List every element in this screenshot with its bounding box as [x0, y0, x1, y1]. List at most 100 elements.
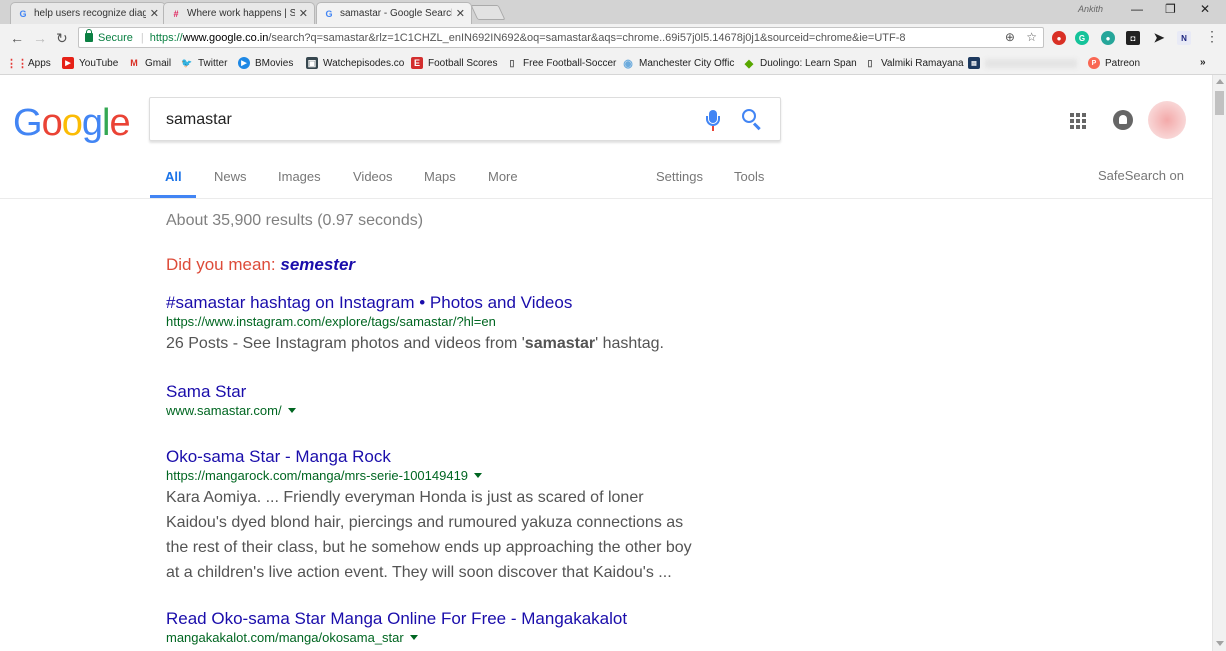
bookmark-youtube[interactable]: ▶ YouTube: [62, 57, 118, 69]
bookmark-apps[interactable]: ⋮⋮ Apps: [6, 57, 51, 70]
page-icon: ▯: [867, 57, 873, 68]
maximize-icon[interactable]: ❐: [1165, 2, 1176, 16]
result-title-link[interactable]: Sama Star: [166, 382, 786, 402]
slack-favicon-icon: #: [173, 8, 179, 19]
bookmarks-bar: ⋮⋮ Apps ▶ YouTube M Gmail 🐦 Twitter ▶ BMovies…: [0, 52, 1226, 75]
divider: |: [140, 31, 144, 44]
result-url: www.samastar.com/: [166, 403, 282, 418]
scroll-up-icon[interactable]: [1216, 79, 1224, 84]
avatar[interactable]: [1148, 101, 1186, 139]
patreon-icon: P: [1088, 57, 1100, 69]
tools-link[interactable]: Tools: [734, 169, 764, 184]
bookmark-blurred[interactable]: ▤: [968, 57, 1077, 69]
tab-help-users[interactable]: G help users recognize diag ✕: [10, 2, 166, 24]
secure-label: Secure: [98, 31, 133, 44]
active-tab-indicator: [150, 195, 196, 198]
close-tab-icon[interactable]: ✕: [299, 7, 308, 20]
tab-news[interactable]: News: [214, 169, 247, 184]
extension-pointer-icon[interactable]: ➤: [1152, 30, 1166, 45]
back-icon[interactable]: ←: [10, 30, 24, 46]
result-stats: About 35,900 results (0.97 seconds): [166, 212, 424, 229]
result-title-link[interactable]: #samastar hashtag on Instagram • Photos …: [166, 293, 786, 313]
google-apps-icon[interactable]: [1070, 113, 1086, 129]
extension-teal-icon[interactable]: ●: [1101, 31, 1115, 45]
notifications-bell-icon[interactable]: [1113, 110, 1133, 130]
page-scrollbar[interactable]: [1212, 75, 1226, 651]
result-url-row: www.samastar.com/: [166, 403, 786, 418]
spelling-suggestion-link[interactable]: semester: [280, 255, 355, 274]
browser-toolbar: ← → ↻ Secure | https://www.google.co.in/…: [0, 24, 1226, 52]
search-input[interactable]: samastar: [166, 111, 232, 129]
tab-slack[interactable]: # Where work happens | Sl ✕: [163, 2, 315, 24]
google-logo[interactable]: Google: [13, 102, 131, 145]
did-you-mean-label: Did you mean:: [166, 255, 276, 274]
search-result: Sama Star www.samastar.com/: [166, 382, 786, 418]
bookmark-duolingo[interactable]: ◆ Duolingo: Learn Span: [743, 57, 857, 70]
play-icon: ▶: [238, 57, 250, 69]
settings-link[interactable]: Settings: [656, 169, 703, 184]
profile-name[interactable]: Ankith: [1078, 4, 1103, 14]
tab-samastar-search[interactable]: G samastar - Google Search ✕: [316, 2, 472, 24]
crest-icon: ◉: [623, 57, 633, 70]
result-snippet: 26 Posts - See Instagram photos and vide…: [166, 335, 664, 352]
tab-all[interactable]: All: [165, 169, 182, 184]
bookmark-bmovies[interactable]: ▶ BMovies: [238, 57, 293, 69]
tab-more[interactable]: More: [488, 169, 518, 184]
zoom-icon[interactable]: ⊕: [1005, 30, 1015, 44]
address-bar[interactable]: Secure | https://www.google.co.in/search…: [78, 27, 1044, 48]
bookmark-watchepisodes[interactable]: ▣ Watchepisodes.co: [306, 57, 404, 69]
search-box[interactable]: samastar: [149, 97, 781, 141]
result-url-row: mangakakalot.com/manga/okosama_star: [166, 630, 786, 645]
dropdown-arrow-icon[interactable]: [409, 635, 418, 640]
site-icon: ▤: [968, 57, 980, 69]
bookmark-free-football[interactable]: ▯ Free Football-Soccer: [506, 57, 617, 69]
scroll-thumb[interactable]: [1215, 91, 1224, 115]
microphone-icon[interactable]: [706, 110, 720, 132]
gmail-icon: M: [130, 58, 138, 68]
bookmark-man-city[interactable]: ◉ Manchester City Offic: [622, 57, 734, 70]
close-tab-icon[interactable]: ✕: [456, 7, 465, 20]
result-title-link[interactable]: Read Oko-sama Star Manga Online For Free…: [166, 609, 786, 629]
secure-indicator[interactable]: Secure: [85, 29, 133, 44]
tab-maps[interactable]: Maps: [424, 169, 456, 184]
tab-images[interactable]: Images: [278, 169, 321, 184]
did-you-mean: Did you mean: semester: [166, 255, 355, 275]
bookmark-star-icon[interactable]: ☆: [1026, 30, 1037, 44]
extension-grammarly-icon[interactable]: G: [1075, 31, 1089, 45]
tab-videos[interactable]: Videos: [353, 169, 393, 184]
extension-n-icon[interactable]: N: [1177, 31, 1191, 45]
new-tab-button[interactable]: [470, 5, 506, 20]
forward-icon[interactable]: →: [33, 30, 47, 46]
bookmark-patreon[interactable]: P Patreon: [1088, 57, 1140, 69]
page-icon: ▯: [509, 57, 515, 68]
reload-icon[interactable]: ↻: [56, 30, 68, 47]
result-snippet: Kara Aomiya. ... Friendly everyman Honda…: [166, 489, 692, 581]
bookmark-twitter[interactable]: 🐦 Twitter: [181, 57, 227, 69]
result-url: https://mangarock.com/manga/mrs-serie-10…: [166, 468, 469, 483]
bookmark-gmail[interactable]: M Gmail: [128, 57, 171, 69]
browser-tab-strip: G help users recognize diag ✕ # Where wo…: [0, 0, 1226, 24]
minimize-icon[interactable]: —: [1131, 2, 1143, 16]
google-favicon-icon: G: [325, 8, 333, 19]
search-result: Read Oko-sama Star Manga Online For Free…: [166, 609, 786, 645]
result-url-row: https://mangarock.com/manga/mrs-serie-10…: [166, 468, 786, 483]
extension-camera-icon[interactable]: ◘: [1126, 31, 1140, 45]
tab-title: Where work happens | Sl: [187, 8, 295, 19]
bookmark-valmiki[interactable]: ▯ Valmiki Ramayana: [864, 57, 964, 69]
tab-title: samastar - Google Search: [340, 8, 452, 19]
close-tab-icon[interactable]: ✕: [150, 7, 159, 20]
dropdown-arrow-icon[interactable]: [287, 408, 296, 413]
twitter-icon: 🐦: [181, 57, 193, 68]
search-icon[interactable]: [742, 109, 762, 131]
url-text[interactable]: https://www.google.co.in/search?q=samast…: [150, 32, 906, 44]
result-title-link[interactable]: Oko-sama Star - Manga Rock: [166, 447, 786, 467]
dropdown-arrow-icon[interactable]: [474, 473, 483, 478]
safesearch-status[interactable]: SafeSearch on: [1098, 168, 1184, 183]
tv-icon: ▣: [306, 57, 318, 69]
bookmark-football-scores[interactable]: E Football Scores: [411, 57, 497, 69]
chrome-menu-icon[interactable]: ⋮: [1205, 28, 1219, 45]
extension-adblock-icon[interactable]: ●: [1052, 31, 1066, 45]
close-window-icon[interactable]: ✕: [1200, 2, 1210, 16]
more-bookmarks-icon[interactable]: »: [1200, 57, 1206, 68]
scroll-down-icon[interactable]: [1216, 641, 1224, 646]
